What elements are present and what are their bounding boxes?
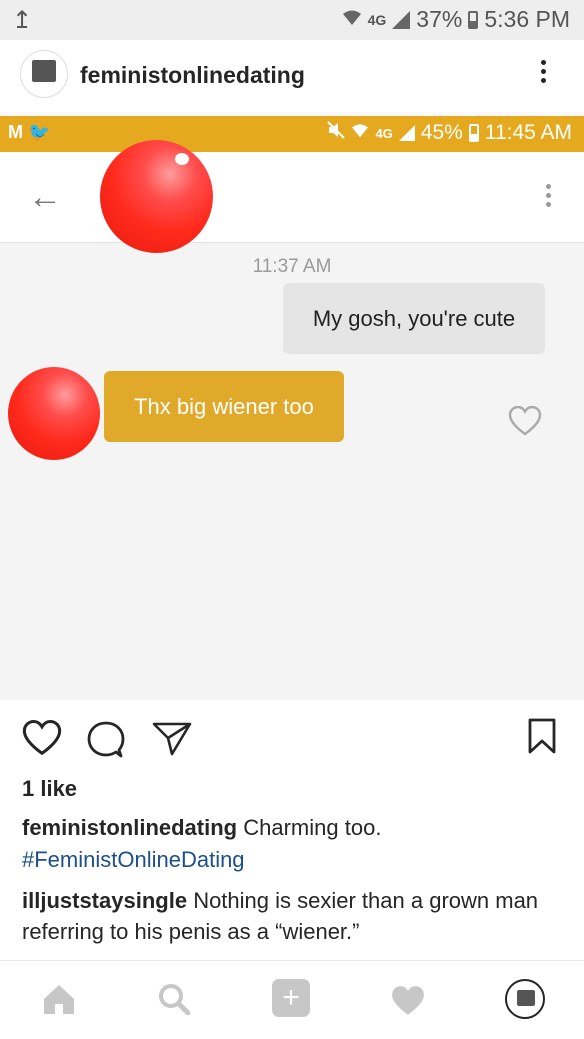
outgoing-message-text: My gosh, you're cute: [312, 305, 516, 331]
censor-dot-shine: [175, 153, 189, 165]
message-timestamp: 11:37 AM: [252, 256, 332, 277]
search-icon[interactable]: [158, 983, 191, 1020]
comment-icon[interactable]: [86, 720, 126, 763]
clock: 5:36 PM: [484, 6, 570, 32]
outer-status-bar: ↥ 4G 37% 5:36 PM: [0, 0, 584, 40]
incoming-message-text: Thx big wiener too: [134, 393, 314, 419]
post-header: feministonlinedating: [0, 40, 584, 112]
mute-icon: [327, 121, 346, 145]
bookmark-icon[interactable]: [528, 718, 556, 759]
bottom-nav: +: [0, 960, 584, 1039]
avatar[interactable]: [20, 50, 68, 98]
caption-username[interactable]: feministonlinedating: [22, 815, 237, 840]
profile-avatar-image: [517, 990, 535, 1006]
add-icon[interactable]: +: [272, 979, 310, 1017]
inner-status-bar: M 🐦 4G 45% 11:45 AM: [0, 116, 584, 152]
battery-icon: [468, 124, 479, 142]
more-options-icon[interactable]: [541, 60, 547, 87]
signal-icon: [392, 10, 411, 29]
network-label: 4G: [375, 125, 393, 141]
like-count[interactable]: 1 like: [22, 776, 77, 802]
home-icon[interactable]: [42, 983, 76, 1020]
share-icon[interactable]: [152, 722, 192, 761]
post-caption: feministonlinedating Charming too. #Femi…: [22, 812, 562, 876]
chat-toolbar: ←: [0, 152, 584, 243]
signal-icon: [398, 125, 415, 141]
activity-icon[interactable]: [390, 985, 426, 1022]
comment-username[interactable]: illjuststaysingle: [22, 888, 187, 913]
caption-hashtag[interactable]: #FeministOnlineDating: [22, 847, 245, 872]
profile-icon[interactable]: [505, 979, 545, 1019]
notification-icons: M 🐦: [8, 122, 51, 142]
network-label: 4G: [367, 11, 387, 28]
censor-dot-avatar: [8, 367, 100, 460]
incoming-message-bubble: Thx big wiener too: [104, 371, 344, 442]
upload-icon: ↥: [12, 7, 33, 34]
chat-more-options-icon[interactable]: [546, 184, 552, 211]
comment: illjuststaysingle Nothing is sexier than…: [22, 885, 562, 947]
wifi-icon: [342, 6, 362, 33]
clock: 11:45 AM: [484, 121, 572, 144]
like-message-heart-icon[interactable]: [508, 405, 542, 441]
outgoing-message-bubble: My gosh, you're cute: [283, 283, 545, 354]
caption-text: Charming too.: [243, 815, 382, 840]
battery-percent: 37%: [416, 6, 463, 32]
heart-icon[interactable]: [22, 719, 62, 761]
battery-percent: 45%: [420, 121, 463, 144]
avatar-image: [32, 60, 56, 82]
back-arrow-icon[interactable]: ←: [28, 178, 62, 217]
wifi-icon: [351, 121, 369, 145]
post-username[interactable]: feministonlinedating: [80, 62, 305, 89]
battery-icon: [468, 10, 479, 29]
censor-dot-profile: [100, 140, 213, 253]
